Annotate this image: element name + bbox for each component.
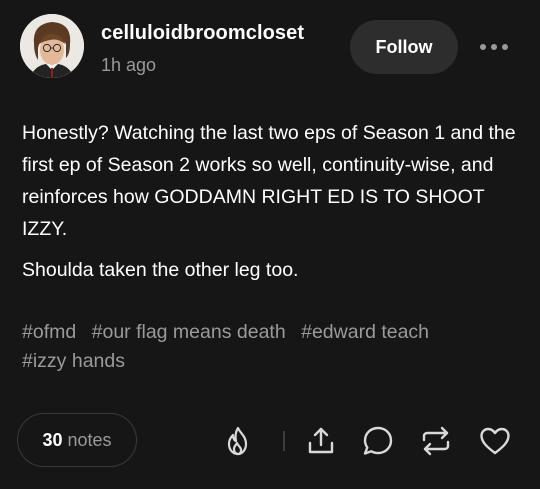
share-icon[interactable] [304,424,338,458]
post-card: celluloidbroomcloset 1h ago Follow Hones… [0,0,540,489]
notes-button[interactable]: 30 notes [17,413,137,467]
post-timestamp[interactable]: 1h ago [101,55,156,76]
tag-link[interactable]: #ofmd [22,321,76,343]
follow-button[interactable]: Follow [350,20,458,74]
author-name[interactable]: celluloidbroomcloset [101,22,304,45]
tag-link[interactable]: #our flag means death [92,321,286,343]
post-paragraph: Honestly? Watching the last two eps of S… [22,122,516,240]
blaze-icon[interactable] [221,424,255,458]
post-body: Honestly? Watching the last two eps of S… [22,117,522,286]
notes-label: notes [67,429,112,450]
reblog-icon[interactable] [419,424,453,458]
avatar-portrait-icon [20,14,84,78]
post-paragraph: Shoulda taken the other leg too. [22,259,299,281]
avatar[interactable] [20,14,84,78]
reply-icon[interactable] [361,424,395,458]
more-options-icon[interactable] [476,36,512,58]
like-icon[interactable] [478,424,512,458]
post-tags: #ofmd #our flag means death #edward teac… [22,318,522,376]
notes-count: 30 [42,429,63,450]
tag-link[interactable]: #edward teach [301,321,429,343]
actions-divider [283,431,285,451]
tag-link[interactable]: #izzy hands [22,350,125,372]
